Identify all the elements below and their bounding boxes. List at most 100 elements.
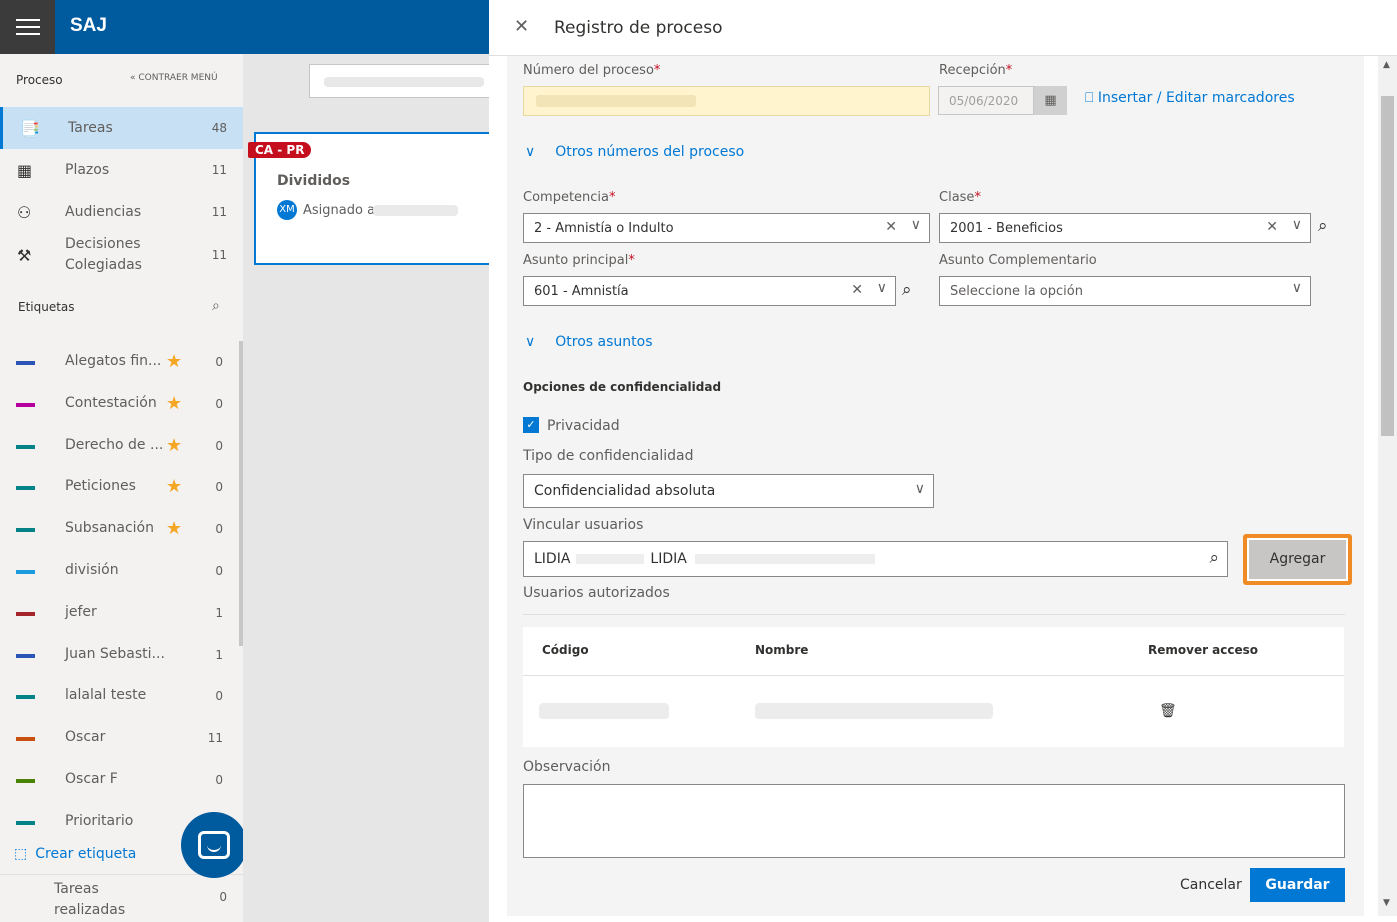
tag-color-bar bbox=[16, 695, 35, 700]
tag-color-bar bbox=[16, 737, 35, 742]
search-icon[interactable]: ⌕ bbox=[1209, 548, 1219, 568]
chevron-down-icon: ∨ bbox=[525, 144, 536, 160]
calendar-icon: ▦ bbox=[17, 160, 33, 180]
tag-count: 0 bbox=[215, 773, 223, 787]
nav-item-decisiones[interactable]: ⚒ Decisiones Colegiadas 11 bbox=[0, 233, 243, 277]
panel-scrollbar[interactable]: ▲ ▼ bbox=[1378, 56, 1397, 916]
nav-count: 11 bbox=[211, 205, 227, 219]
clear-icon[interactable]: ✕ bbox=[1266, 219, 1278, 235]
done-tasks-count: 0 bbox=[219, 890, 227, 904]
privacy-checkbox[interactable]: ✓ bbox=[523, 417, 539, 433]
tag-label: división bbox=[65, 562, 119, 578]
tag-count: 0 bbox=[215, 689, 223, 704]
tag-label: Derecho de ... bbox=[65, 436, 164, 453]
star-icon[interactable]: ★ bbox=[166, 476, 182, 497]
bookmarks-link[interactable]: ⎕ Insertar / Editar marcadores bbox=[1085, 90, 1295, 106]
tag-label: Contestación bbox=[65, 394, 157, 411]
tag-color-bar bbox=[16, 444, 35, 449]
authorized-users-table: Código Nombre Remover acceso 🗑 bbox=[523, 627, 1344, 747]
tag-color-bar bbox=[16, 820, 35, 825]
otros-asuntos-toggle[interactable]: ∨ Otros asuntos bbox=[525, 334, 652, 350]
tag-count: 0 bbox=[215, 564, 223, 578]
tag-color-bar bbox=[16, 611, 35, 616]
tag-count: 0 bbox=[215, 438, 223, 453]
search-icon[interactable]: ⌕ bbox=[212, 298, 220, 314]
redacted-text bbox=[539, 703, 669, 719]
autorizados-label: Usuarios autorizados bbox=[523, 585, 670, 601]
asunto-select[interactable]: 601 - Amnistía ✕ ∨ bbox=[523, 276, 896, 306]
hamburger-menu-button[interactable] bbox=[0, 0, 55, 54]
tag-item[interactable]: Oscar 11 bbox=[0, 718, 243, 760]
tag-item[interactable]: Juan Sebasti... 1 bbox=[0, 635, 243, 677]
tag-item[interactable]: jefer 1 bbox=[0, 593, 243, 635]
chevron-down-icon[interactable]: ∨ bbox=[877, 280, 887, 296]
tag-item[interactable]: Alegatos fin... ★ 0 bbox=[0, 342, 243, 384]
tipo-select[interactable]: Confidencialidad absoluta ∨ bbox=[523, 474, 934, 508]
nav-item-plazos[interactable]: ▦ Plazos 11 bbox=[0, 149, 243, 191]
star-icon[interactable]: ★ bbox=[166, 351, 182, 372]
tag-item[interactable]: Peticiones ★ 0 bbox=[0, 467, 243, 509]
app-brand: SAJ bbox=[70, 15, 107, 36]
main-search-input[interactable] bbox=[309, 64, 509, 98]
clase-select[interactable]: 2001 - Beneficios ✕ ∨ bbox=[939, 213, 1311, 243]
scroll-up-icon[interactable]: ▲ bbox=[1383, 60, 1390, 70]
add-button[interactable]: Agregar bbox=[1249, 540, 1346, 579]
competencia-select[interactable]: 2 - Amnistía o Indulto ✕ ∨ bbox=[523, 213, 930, 243]
scroll-thumb[interactable] bbox=[1381, 96, 1394, 436]
create-tag-link[interactable]: ⬚ Crear etiqueta bbox=[14, 846, 136, 862]
tag-item[interactable]: lalalal teste 0 bbox=[0, 676, 243, 718]
trash-icon[interactable]: 🗑 bbox=[1159, 703, 1177, 719]
tag-count: 0 bbox=[215, 522, 223, 537]
tag-item[interactable]: Subsanación ★ 0 bbox=[0, 509, 243, 551]
star-icon[interactable]: ★ bbox=[166, 518, 182, 539]
col-codigo: Código bbox=[542, 643, 589, 657]
tag-item[interactable]: Oscar F 0 bbox=[0, 760, 243, 802]
recepcion-input: 05/06/2020 bbox=[938, 86, 1034, 115]
search-icon[interactable]: ⌕ bbox=[1318, 216, 1328, 236]
cancel-button[interactable]: Cancelar bbox=[1180, 877, 1242, 893]
collapse-menu-button[interactable]: « CONTRAER MENÚ bbox=[130, 73, 218, 83]
chevron-down-icon: ∨ bbox=[525, 334, 536, 350]
star-icon[interactable]: ★ bbox=[166, 393, 182, 414]
nav-item-tareas[interactable]: 📑 Tareas 48 bbox=[0, 107, 243, 149]
tag-color-bar bbox=[16, 653, 35, 658]
highlight-frame: Agregar bbox=[1243, 534, 1352, 585]
tag-count: 0 bbox=[215, 355, 223, 369]
vincular-input[interactable]: LIDIA LIDIA ⌕ bbox=[523, 541, 1228, 577]
tag-label: lalalal teste bbox=[65, 687, 147, 704]
chevron-down-icon[interactable]: ∨ bbox=[911, 217, 921, 233]
chat-icon bbox=[198, 831, 230, 859]
panel-header: ✕ Registro de proceso bbox=[489, 0, 1397, 56]
tag-color-bar bbox=[16, 402, 35, 407]
clear-icon[interactable]: ✕ bbox=[851, 282, 863, 298]
close-icon[interactable]: ✕ bbox=[514, 16, 529, 37]
search-icon[interactable]: ⌕ bbox=[902, 280, 912, 300]
competencia-label: Competencia* bbox=[523, 190, 616, 205]
clear-icon[interactable]: ✕ bbox=[885, 219, 897, 235]
tag-count: 0 bbox=[215, 480, 223, 495]
observacion-textarea[interactable] bbox=[523, 784, 1345, 858]
numero-input[interactable] bbox=[523, 86, 930, 116]
chevron-down-icon[interactable]: ∨ bbox=[915, 481, 925, 497]
asunto-comp-select[interactable]: Seleccione la opción ∨ bbox=[939, 276, 1311, 306]
tag-label: Peticiones bbox=[65, 478, 136, 495]
chevron-down-icon[interactable]: ∨ bbox=[1292, 217, 1302, 233]
scroll-down-icon[interactable]: ▼ bbox=[1383, 898, 1390, 908]
done-tasks-item[interactable]: Tareas realizadas 0 bbox=[0, 874, 243, 922]
tag-item[interactable]: división 0 bbox=[0, 551, 243, 593]
save-button[interactable]: Guardar bbox=[1250, 868, 1345, 902]
chevron-down-icon[interactable]: ∨ bbox=[1292, 280, 1302, 296]
star-icon[interactable]: ★ bbox=[166, 435, 182, 456]
nav-label: Plazos bbox=[65, 161, 110, 178]
avatar: XM bbox=[277, 200, 297, 220]
tag-item[interactable]: Derecho de ... ★ 0 bbox=[0, 426, 243, 468]
gavel-icon: ⚒ bbox=[17, 245, 32, 265]
calendar-icon: ▦ bbox=[1034, 86, 1067, 115]
card-badge: CA - PR bbox=[248, 142, 312, 158]
tag-item[interactable]: Contestación ★ 0 bbox=[0, 384, 243, 426]
book-icon: 📑 bbox=[20, 118, 40, 138]
tag-count: 1 bbox=[215, 647, 223, 662]
nav-item-audiencias[interactable]: ⚇ Audiencias 11 bbox=[0, 191, 243, 233]
chat-button[interactable] bbox=[181, 812, 247, 878]
otros-numeros-toggle[interactable]: ∨ Otros números del proceso bbox=[525, 144, 744, 160]
